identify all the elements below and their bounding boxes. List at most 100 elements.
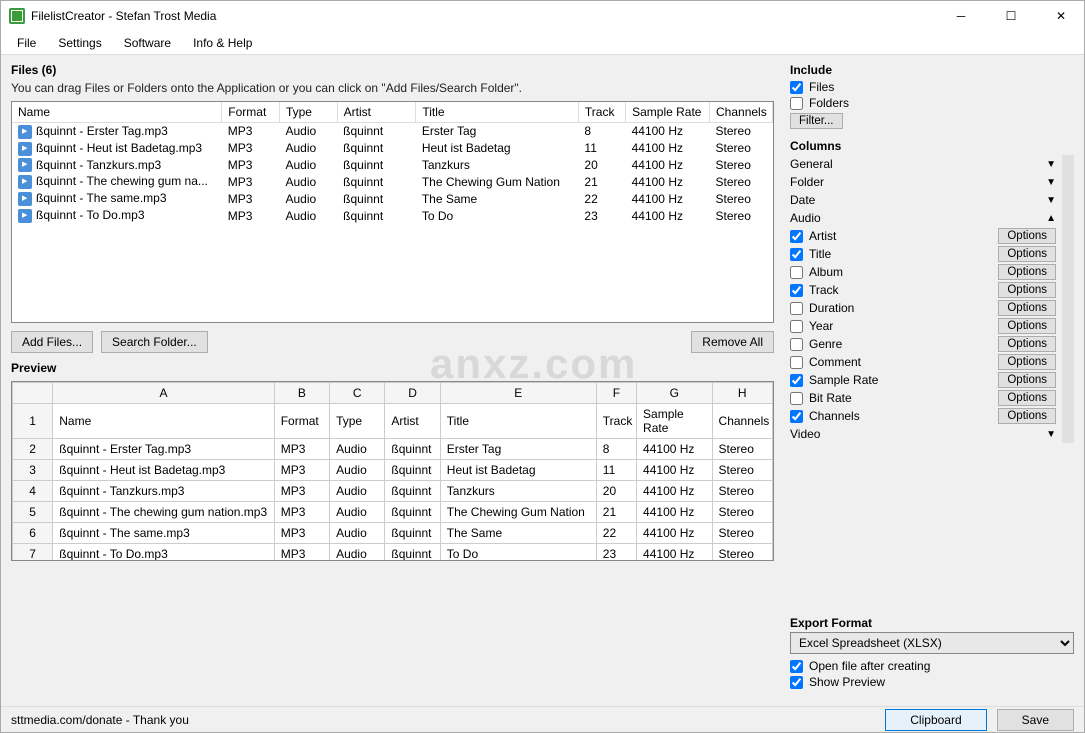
file-row[interactable]: ßquinnt - Heut ist Badetag.mp3MP3Audioßq…	[12, 140, 773, 157]
col-title[interactable]: Title	[416, 102, 579, 123]
column-comment-checkbox[interactable]	[790, 356, 803, 369]
preview-row[interactable]: 5ßquinnt - The chewing gum nation.mp3MP3…	[13, 502, 773, 523]
column-duration-checkbox[interactable]	[790, 302, 803, 315]
col-samplerate[interactable]: Sample Rate	[626, 102, 710, 123]
file-row[interactable]: ßquinnt - The same.mp3MP3AudioßquinntThe…	[12, 190, 773, 207]
options-year-button[interactable]: Options	[998, 318, 1056, 334]
chevron-down-icon: ▼	[1046, 195, 1056, 206]
col-format[interactable]: Format	[222, 102, 280, 123]
columns-scrollbar[interactable]	[1062, 165, 1074, 285]
column-genre-checkbox[interactable]	[790, 338, 803, 351]
files-heading: Files (6)	[11, 63, 774, 77]
options-album-button[interactable]: Options	[998, 264, 1056, 280]
file-row[interactable]: ßquinnt - Erster Tag.mp3MP3AudioßquinntE…	[12, 123, 773, 140]
options-track-button[interactable]: Options	[998, 282, 1056, 298]
audio-file-icon	[18, 125, 32, 139]
include-files-label: Files	[809, 80, 834, 94]
menu-help[interactable]: Info & Help	[183, 33, 262, 53]
file-row[interactable]: ßquinnt - To Do.mp3MP3AudioßquinntTo Do2…	[12, 207, 773, 224]
include-folders-checkbox[interactable]	[790, 97, 803, 110]
maximize-button[interactable]: ☐	[996, 6, 1026, 26]
menu-software[interactable]: Software	[114, 33, 181, 53]
column-album-checkbox[interactable]	[790, 266, 803, 279]
show-preview-checkbox[interactable]	[790, 676, 803, 689]
columns-date[interactable]: Date▼	[790, 191, 1056, 209]
columns-folder[interactable]: Folder▼	[790, 173, 1056, 191]
chevron-down-icon: ▼	[1046, 159, 1056, 170]
files-table[interactable]: Name Format Type Artist Title Track Samp…	[11, 101, 774, 323]
app-icon	[9, 8, 25, 24]
preview-col: A	[53, 383, 274, 404]
options-bit-rate-button[interactable]: Options	[998, 390, 1056, 406]
column-artist-checkbox[interactable]	[790, 230, 803, 243]
preview-row[interactable]: 7ßquinnt - To Do.mp3MP3AudioßquinntTo Do…	[13, 544, 773, 562]
show-preview-label: Show Preview	[809, 675, 885, 689]
open-after-checkbox[interactable]	[790, 660, 803, 673]
close-button[interactable]: ✕	[1046, 6, 1076, 26]
export-format-select[interactable]: Excel Spreadsheet (XLSX)	[790, 632, 1074, 654]
preview-row[interactable]: 3ßquinnt - Heut ist Badetag.mp3MP3Audioß…	[13, 460, 773, 481]
options-comment-button[interactable]: Options	[998, 354, 1056, 370]
filter-button[interactable]: Filter...	[790, 113, 843, 129]
options-title-button[interactable]: Options	[998, 246, 1056, 262]
status-text: sttmedia.com/donate - Thank you	[11, 713, 189, 727]
preview-row[interactable]: 2ßquinnt - Erster Tag.mp3MP3Audioßquinnt…	[13, 439, 773, 460]
include-heading: Include	[790, 63, 1074, 77]
preview-col: H	[712, 383, 772, 404]
column-year-checkbox[interactable]	[790, 320, 803, 333]
audio-file-icon	[18, 158, 32, 172]
minimize-button[interactable]: ─	[946, 6, 976, 26]
audio-file-icon	[18, 142, 32, 156]
export-heading: Export Format	[790, 616, 1074, 630]
audio-file-icon	[18, 192, 32, 206]
titlebar: FilelistCreator - Stefan Trost Media ─ ☐…	[1, 1, 1084, 31]
include-files-checkbox[interactable]	[790, 81, 803, 94]
add-files-button[interactable]: Add Files...	[11, 331, 93, 353]
preview-col: E	[440, 383, 596, 404]
column-track-checkbox[interactable]	[790, 284, 803, 297]
window-title: FilelistCreator - Stefan Trost Media	[31, 9, 946, 23]
columns-video[interactable]: Video▼	[790, 425, 1056, 443]
remove-all-button[interactable]: Remove All	[691, 331, 774, 353]
col-track[interactable]: Track	[578, 102, 625, 123]
options-sample-rate-button[interactable]: Options	[998, 372, 1056, 388]
col-name[interactable]: Name	[12, 102, 222, 123]
columns-heading: Columns	[790, 139, 1074, 153]
preview-col: C	[330, 383, 385, 404]
menu-settings[interactable]: Settings	[48, 33, 111, 53]
columns-general[interactable]: General▼	[790, 155, 1056, 173]
file-row[interactable]: ßquinnt - The chewing gum na...MP3Audioß…	[12, 173, 773, 190]
preview-heading: Preview	[11, 361, 774, 375]
preview-table[interactable]: ABCDEFGH 1NameFormatTypeArtistTitleTrack…	[11, 381, 774, 561]
clipboard-button[interactable]: Clipboard	[885, 709, 986, 731]
chevron-down-icon: ▼	[1046, 429, 1056, 440]
save-button[interactable]: Save	[997, 709, 1074, 731]
options-channels-button[interactable]: Options	[998, 408, 1056, 424]
chevron-up-icon: ▲	[1046, 213, 1056, 224]
preview-col: B	[274, 383, 329, 404]
preview-col: D	[385, 383, 440, 404]
preview-col: G	[637, 383, 712, 404]
menubar: File Settings Software Info & Help	[1, 31, 1084, 55]
column-title-checkbox[interactable]	[790, 248, 803, 261]
col-type[interactable]: Type	[279, 102, 337, 123]
include-folders-label: Folders	[809, 96, 849, 110]
file-row[interactable]: ßquinnt - Tanzkurs.mp3MP3AudioßquinntTan…	[12, 157, 773, 174]
col-artist[interactable]: Artist	[337, 102, 416, 123]
column-sample-rate-checkbox[interactable]	[790, 374, 803, 387]
options-genre-button[interactable]: Options	[998, 336, 1056, 352]
preview-row[interactable]: 4ßquinnt - Tanzkurs.mp3MP3AudioßquinntTa…	[13, 481, 773, 502]
column-bit-rate-checkbox[interactable]	[790, 392, 803, 405]
search-folder-button[interactable]: Search Folder...	[101, 331, 208, 353]
preview-col: F	[596, 383, 636, 404]
columns-audio[interactable]: Audio▲	[790, 209, 1056, 227]
options-duration-button[interactable]: Options	[998, 300, 1056, 316]
menu-file[interactable]: File	[7, 33, 46, 53]
files-hint: You can drag Files or Folders onto the A…	[11, 81, 774, 95]
col-channels[interactable]: Channels	[710, 102, 773, 123]
column-channels-checkbox[interactable]	[790, 410, 803, 423]
options-artist-button[interactable]: Options	[998, 228, 1056, 244]
open-after-label: Open file after creating	[809, 659, 930, 673]
preview-row[interactable]: 6ßquinnt - The same.mp3MP3AudioßquinntTh…	[13, 523, 773, 544]
chevron-down-icon: ▼	[1046, 177, 1056, 188]
